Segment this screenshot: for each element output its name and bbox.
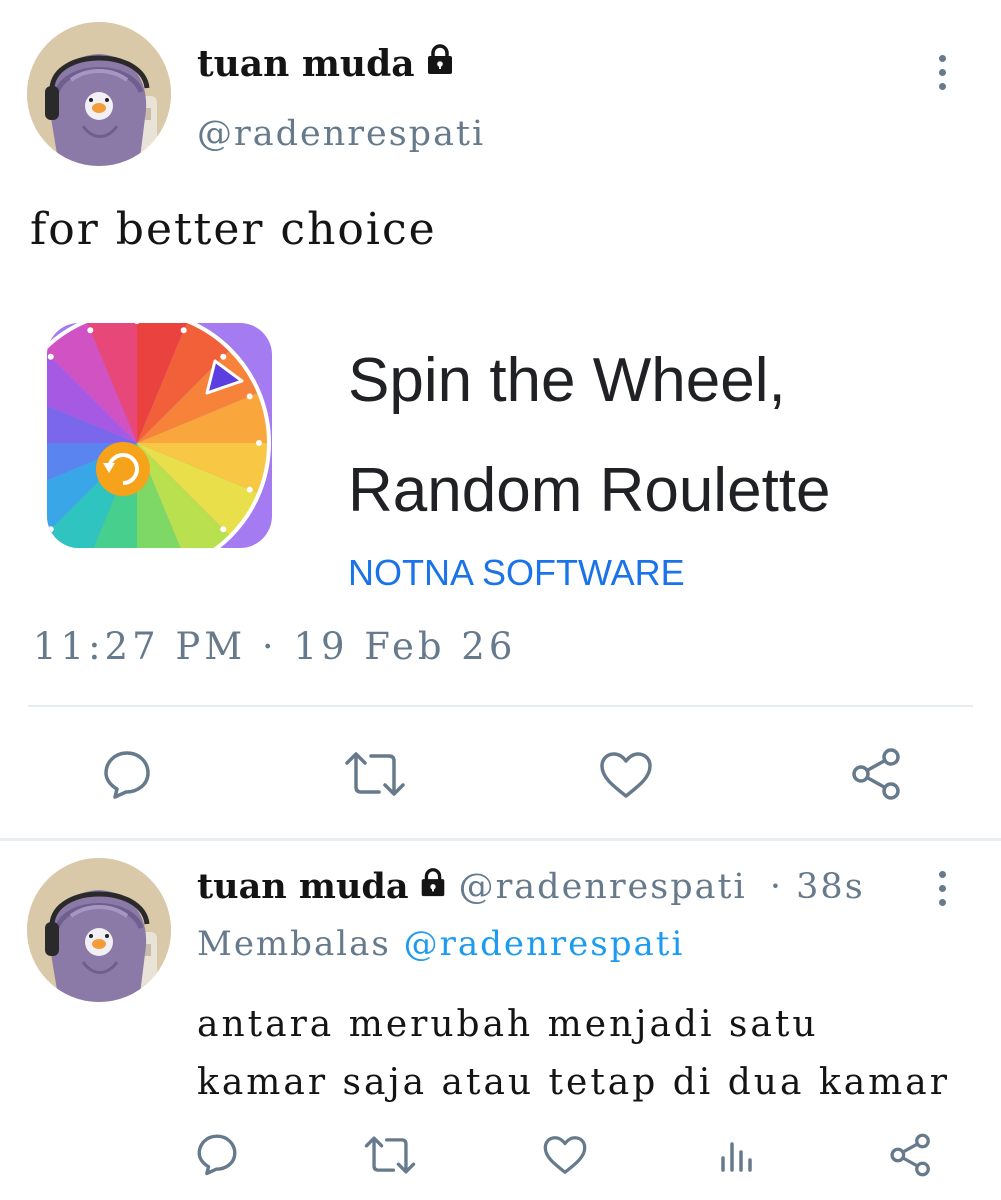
reply-author-handle[interactable]: @radenrespati [459, 867, 747, 907]
divider [28, 705, 973, 707]
tweet-time: 11:27 PM [33, 625, 247, 668]
app-title-line-1[interactable]: Spin the Wheel, [348, 345, 786, 416]
analytics-icon[interactable] [718, 1136, 758, 1176]
tweet-text: for better choice [30, 204, 437, 255]
reply-like-icon[interactable] [542, 1134, 588, 1176]
share-icon[interactable] [849, 746, 905, 802]
tweet-date: 19 Feb 26 [293, 625, 517, 668]
author-handle[interactable]: @radenrespati [197, 114, 485, 154]
reply-author-name[interactable]: tuan muda [197, 866, 409, 907]
lock-icon [421, 868, 444, 897]
reply-share-icon[interactable] [888, 1132, 934, 1178]
avatar[interactable] [27, 22, 171, 166]
tweet-timestamp: 11:27 PM · 19 Feb 26 [33, 625, 517, 668]
author-name-text[interactable]: tuan muda [197, 43, 415, 85]
reply-retweet-icon[interactable] [363, 1134, 417, 1176]
reply-icon[interactable] [101, 748, 153, 800]
reply-text: antara merubah menjadi satu kamar saja a… [197, 1004, 950, 1103]
tweet-separator [0, 838, 1001, 841]
reply-dot: · [756, 867, 797, 907]
author-name[interactable]: tuan muda [197, 42, 457, 85]
replying-to: Membalas @radenrespati [197, 924, 684, 964]
reply-reply-icon[interactable] [195, 1132, 239, 1176]
like-icon[interactable] [598, 750, 654, 800]
reply-avatar[interactable] [27, 858, 171, 1002]
replying-prefix: Membalas [197, 924, 391, 964]
reply-header: tuan muda @radenrespati · 38s [197, 866, 865, 907]
app-title-line-2[interactable]: Random Roulette [348, 455, 831, 526]
lock-icon [427, 44, 452, 74]
reply-more-options-icon[interactable] [936, 871, 948, 906]
replying-mention[interactable]: @radenrespati [404, 924, 685, 964]
more-options-icon[interactable] [936, 55, 948, 90]
retweet-icon[interactable] [343, 749, 407, 799]
spin-wheel-app-icon[interactable] [47, 323, 272, 548]
reply-age: 38s [796, 867, 865, 907]
app-developer[interactable]: NOTNA SOFTWARE [348, 552, 685, 594]
